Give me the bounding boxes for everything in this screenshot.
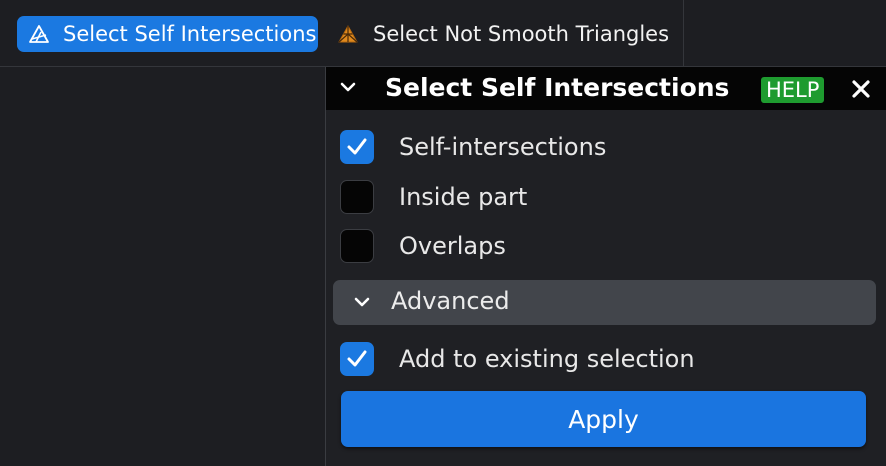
option-self-intersections[interactable]: Self-intersections: [340, 130, 606, 164]
add-to-selection-checkbox[interactable]: [340, 342, 374, 376]
advanced-label: Advanced: [391, 287, 510, 315]
select-self-intersections-tool[interactable]: Select Self Intersections: [17, 16, 318, 52]
panel-title: Select Self Intersections: [385, 73, 730, 102]
help-button[interactable]: HELP: [761, 77, 825, 103]
option-label: Inside part: [399, 183, 528, 211]
panel-header: Select Self Intersections HELP: [326, 67, 886, 110]
option-inside-part[interactable]: Inside part: [340, 180, 527, 214]
option-overlaps[interactable]: Overlaps: [340, 229, 506, 263]
option-label: Overlaps: [399, 232, 506, 260]
check-icon: [347, 350, 367, 367]
self-intersections-checkbox[interactable]: [340, 130, 374, 164]
advanced-section-toggle[interactable]: Advanced: [333, 280, 876, 325]
tool-label: Select Not Smooth Triangles: [373, 22, 670, 46]
toolbar-divider: [683, 0, 684, 66]
option-add-to-selection[interactable]: Add to existing selection: [340, 342, 695, 376]
chevron-down-icon[interactable]: [340, 81, 356, 95]
option-label: Self-intersections: [399, 133, 607, 161]
tool-label: Select Self Intersections: [63, 22, 317, 46]
toolbar: Select Self Intersections Select Not Smo…: [0, 0, 886, 67]
apply-button[interactable]: Apply: [341, 391, 866, 447]
chevron-down-icon: [354, 297, 370, 307]
overlaps-checkbox[interactable]: [340, 229, 374, 263]
close-icon[interactable]: [851, 79, 871, 99]
option-label: Add to existing selection: [399, 345, 695, 373]
inside-part-checkbox[interactable]: [340, 180, 374, 214]
select-not-smooth-triangles-tool[interactable]: Select Not Smooth Triangles: [334, 16, 669, 52]
check-icon: [347, 138, 367, 155]
not-smooth-triangles-icon: [338, 25, 358, 43]
tool-panel: Select Self Intersections HELP Self-inte…: [325, 67, 886, 466]
self-intersections-icon: [29, 25, 49, 43]
